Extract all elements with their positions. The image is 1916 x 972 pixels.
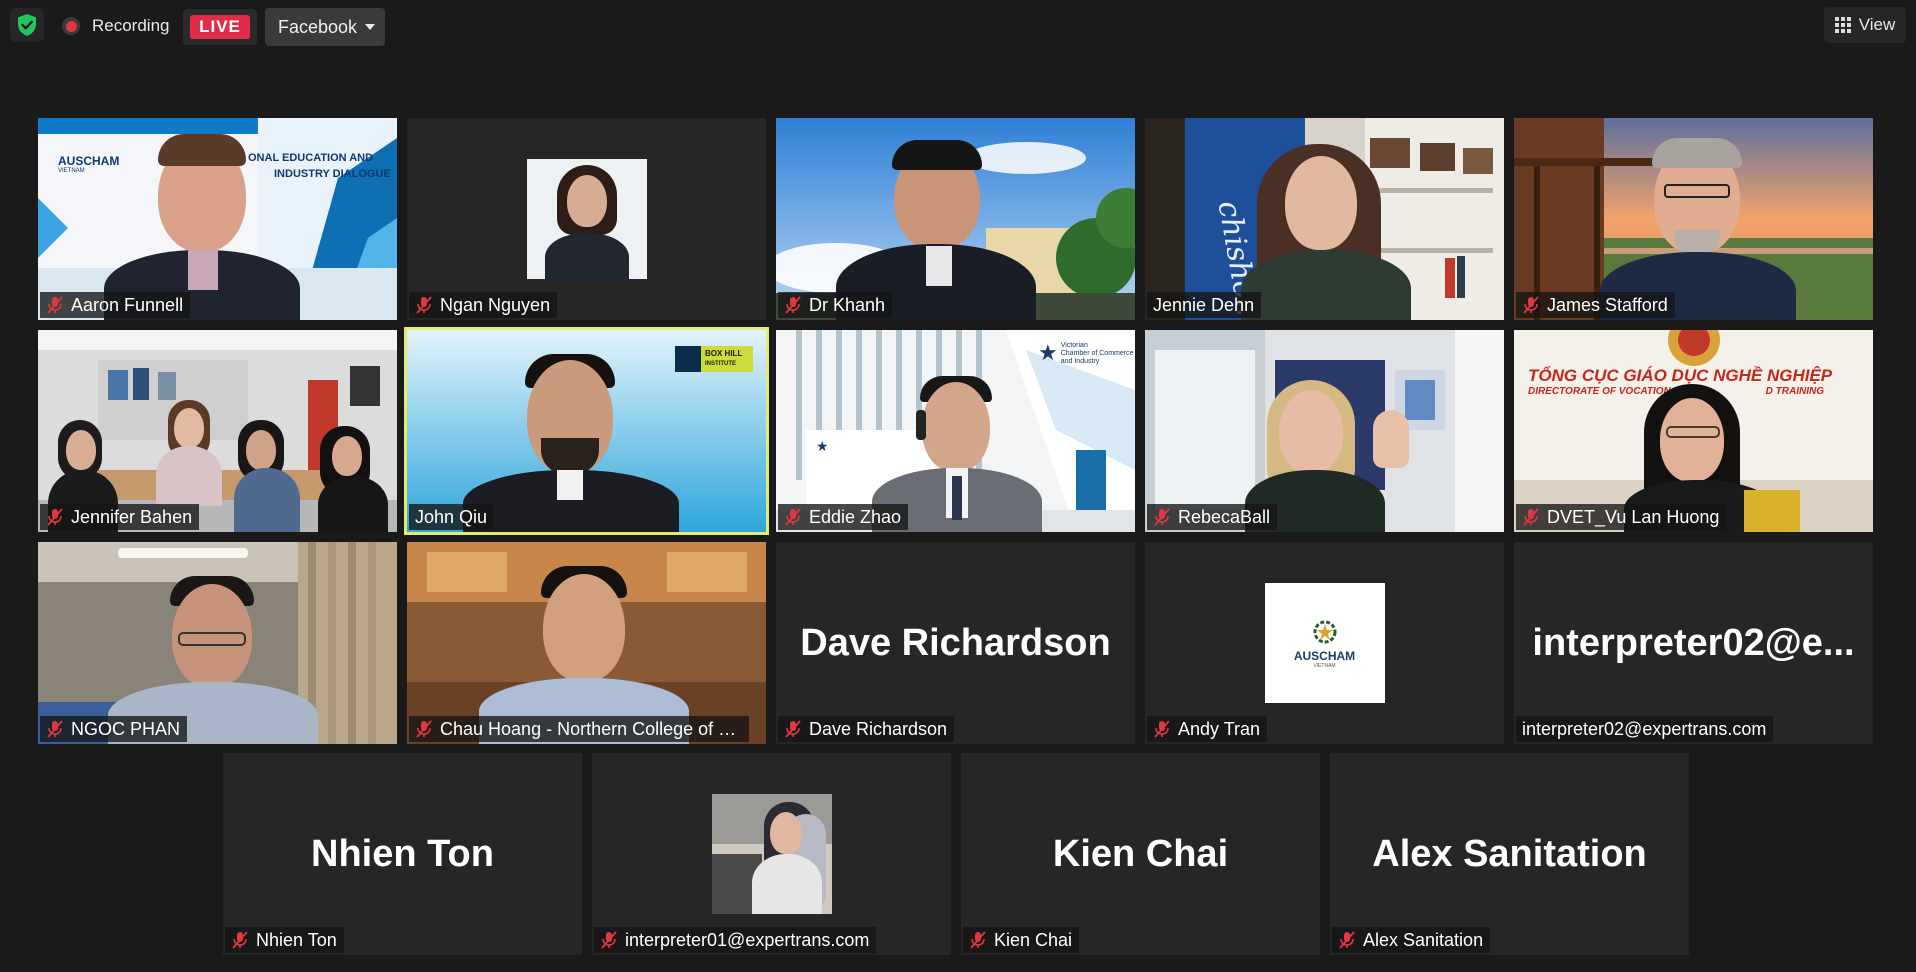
participant-name-label: Dave Richardson xyxy=(778,716,955,742)
muted-mic-icon xyxy=(47,720,63,738)
participant-tile-james-stafford[interactable]: James Stafford xyxy=(1514,118,1873,320)
profile-photo xyxy=(526,159,647,279)
participant-name-label: Jennifer Bahen xyxy=(40,504,200,530)
participant-name-label: Eddie Zhao xyxy=(778,504,909,530)
muted-mic-icon xyxy=(1339,931,1355,949)
participant-display-name: Dave Richardson xyxy=(800,621,1111,664)
auscham-logo-text: AUSCHAM VIETNAM xyxy=(58,154,120,174)
participant-name-label: Alex Sanitation xyxy=(1332,927,1491,953)
participant-tile-aaron-funnell[interactable]: AUSCHAM VIETNAM ONAL EDUCATION AND INDUS… xyxy=(38,118,397,320)
meeting-window: Recording LIVE Facebook View AUSCHAM VIE… xyxy=(0,0,1916,972)
participant-display-name: Alex Sanitation xyxy=(1372,832,1647,875)
participant-video: chisholm xyxy=(1145,118,1504,320)
grid-view-icon xyxy=(1834,17,1851,33)
participant-tile-dave-richardson[interactable]: Dave Richardson Dave Richardson xyxy=(776,542,1135,744)
participant-tile-kien-chai[interactable]: Kien Chai Kien Chai xyxy=(961,753,1320,955)
profile-photo xyxy=(711,794,832,914)
auscham-logo-avatar: AUSCHAM VIETNAM xyxy=(1264,583,1385,703)
view-button[interactable]: View xyxy=(1824,7,1906,43)
participant-name-label: DVET_Vu Lan Huong xyxy=(1516,504,1727,530)
participant-name-label: Andy Tran xyxy=(1147,716,1268,742)
stream-platform-dropdown[interactable]: Facebook xyxy=(265,8,385,46)
participant-tile-jennifer-bahen[interactable]: Jennifer Bahen xyxy=(38,330,397,532)
live-label: LIVE xyxy=(190,15,250,39)
muted-mic-icon xyxy=(970,931,986,949)
participant-name-label: James Stafford xyxy=(1516,292,1675,318)
platform-label: Facebook xyxy=(278,16,358,37)
muted-mic-icon xyxy=(785,720,801,738)
participant-video xyxy=(1145,330,1504,532)
participant-name-label: Chau Hoang - Northern College of L... xyxy=(409,716,749,742)
muted-mic-icon xyxy=(1523,296,1539,314)
participant-video: BOX HILL INSTITUTE xyxy=(407,330,766,532)
muted-mic-icon xyxy=(47,508,63,526)
participant-name-label: John Qiu xyxy=(409,504,495,530)
participant-tile-ngan-nguyen[interactable]: Ngan Nguyen xyxy=(407,118,766,320)
participant-name-label: Kien Chai xyxy=(963,927,1080,953)
participant-display-name: interpreter02@e... xyxy=(1532,621,1855,664)
participant-tile-interpreter02[interactable]: interpreter02@e... interpreter02@expertr… xyxy=(1514,542,1873,744)
participant-tile-john-qiu[interactable]: BOX HILL INSTITUTE John Qiu xyxy=(404,327,769,535)
muted-mic-icon xyxy=(47,296,63,314)
participant-tile-interpreter01[interactable]: interpreter01@expertrans.com xyxy=(592,753,951,955)
participant-tile-eddie-zhao[interactable]: ★ Victorian Chamber of Commerce and Indu… xyxy=(776,330,1135,532)
participant-name-label: Dr Khanh xyxy=(778,292,893,318)
muted-mic-icon xyxy=(416,296,432,314)
participant-tile-chau-hoang[interactable]: Chau Hoang - Northern College of L... xyxy=(407,542,766,744)
participant-name-label: Ngan Nguyen xyxy=(409,292,558,318)
participant-tile-andy-tran[interactable]: AUSCHAM VIETNAM Andy Tran xyxy=(1145,542,1504,744)
participant-video: ★ Victorian Chamber of Commerce and Indu… xyxy=(776,330,1135,532)
participant-tile-nhien-ton[interactable]: Nhien Ton Nhien Ton xyxy=(223,753,582,955)
participant-video xyxy=(776,118,1135,320)
muted-mic-icon xyxy=(785,508,801,526)
muted-mic-icon xyxy=(416,720,432,738)
participant-name-label: Jennie Dehn xyxy=(1147,292,1262,318)
view-label: View xyxy=(1858,15,1896,34)
muted-mic-icon xyxy=(232,931,248,949)
victorian-chamber-logo: ★ Victorian Chamber of Commerce and Indu… xyxy=(1038,340,1134,366)
participant-video xyxy=(407,542,766,744)
participant-name-label: NGOC PHAN xyxy=(40,716,188,742)
muted-mic-icon xyxy=(1523,508,1539,526)
participant-video xyxy=(38,330,397,532)
participant-tile-jennie-dehn[interactable]: chisholm Jennie Dehn xyxy=(1145,118,1504,320)
box-hill-logo: BOX HILL INSTITUTE xyxy=(675,346,753,372)
participant-display-name: Kien Chai xyxy=(1052,832,1229,875)
recording-indicator[interactable]: Recording xyxy=(62,14,170,38)
participant-video: TỔNG CỤC GIÁO DỤC NGHỀ NGHIỆP DIRECTORAT… xyxy=(1514,330,1873,532)
muted-mic-icon xyxy=(601,931,617,949)
security-shield-icon[interactable] xyxy=(10,8,44,42)
participant-tile-ngoc-phan[interactable]: NGOC PHAN xyxy=(38,542,397,744)
participant-tile-dr-khanh[interactable]: Dr Khanh xyxy=(776,118,1135,320)
muted-mic-icon xyxy=(1154,720,1170,738)
participant-name-label: interpreter01@expertrans.com xyxy=(594,927,877,953)
live-stream-badge[interactable]: LIVE xyxy=(183,9,257,45)
participant-name-label: Aaron Funnell xyxy=(40,292,191,318)
participant-name-label: interpreter02@expertrans.com xyxy=(1516,716,1774,742)
participant-tile-alex-sanitation[interactable]: Alex Sanitation Alex Sanitation xyxy=(1330,753,1689,955)
muted-mic-icon xyxy=(1154,508,1170,526)
participant-name-label: RebecaBall xyxy=(1147,504,1278,530)
record-dot-icon xyxy=(62,17,80,35)
participant-video xyxy=(1514,118,1873,320)
participant-tile-rebecaball[interactable]: RebecaBall xyxy=(1145,330,1504,532)
top-bar: Recording LIVE Facebook View xyxy=(0,0,1916,56)
caret-down-icon xyxy=(365,24,375,30)
banner-text: ONAL EDUCATION AND INDUSTRY DIALOGUE xyxy=(248,152,391,180)
auscham-star-icon xyxy=(1313,620,1336,644)
muted-mic-icon xyxy=(785,296,801,314)
recording-label: Recording xyxy=(92,16,170,35)
participant-name-label: Nhien Ton xyxy=(225,927,344,953)
participant-display-name: Nhien Ton xyxy=(311,832,494,875)
participant-video: AUSCHAM VIETNAM ONAL EDUCATION AND INDUS… xyxy=(38,118,397,320)
participant-video xyxy=(38,542,397,744)
participant-tile-dvet-vu-lan-huong[interactable]: TỔNG CỤC GIÁO DỤC NGHỀ NGHIỆP DIRECTORAT… xyxy=(1514,330,1873,532)
